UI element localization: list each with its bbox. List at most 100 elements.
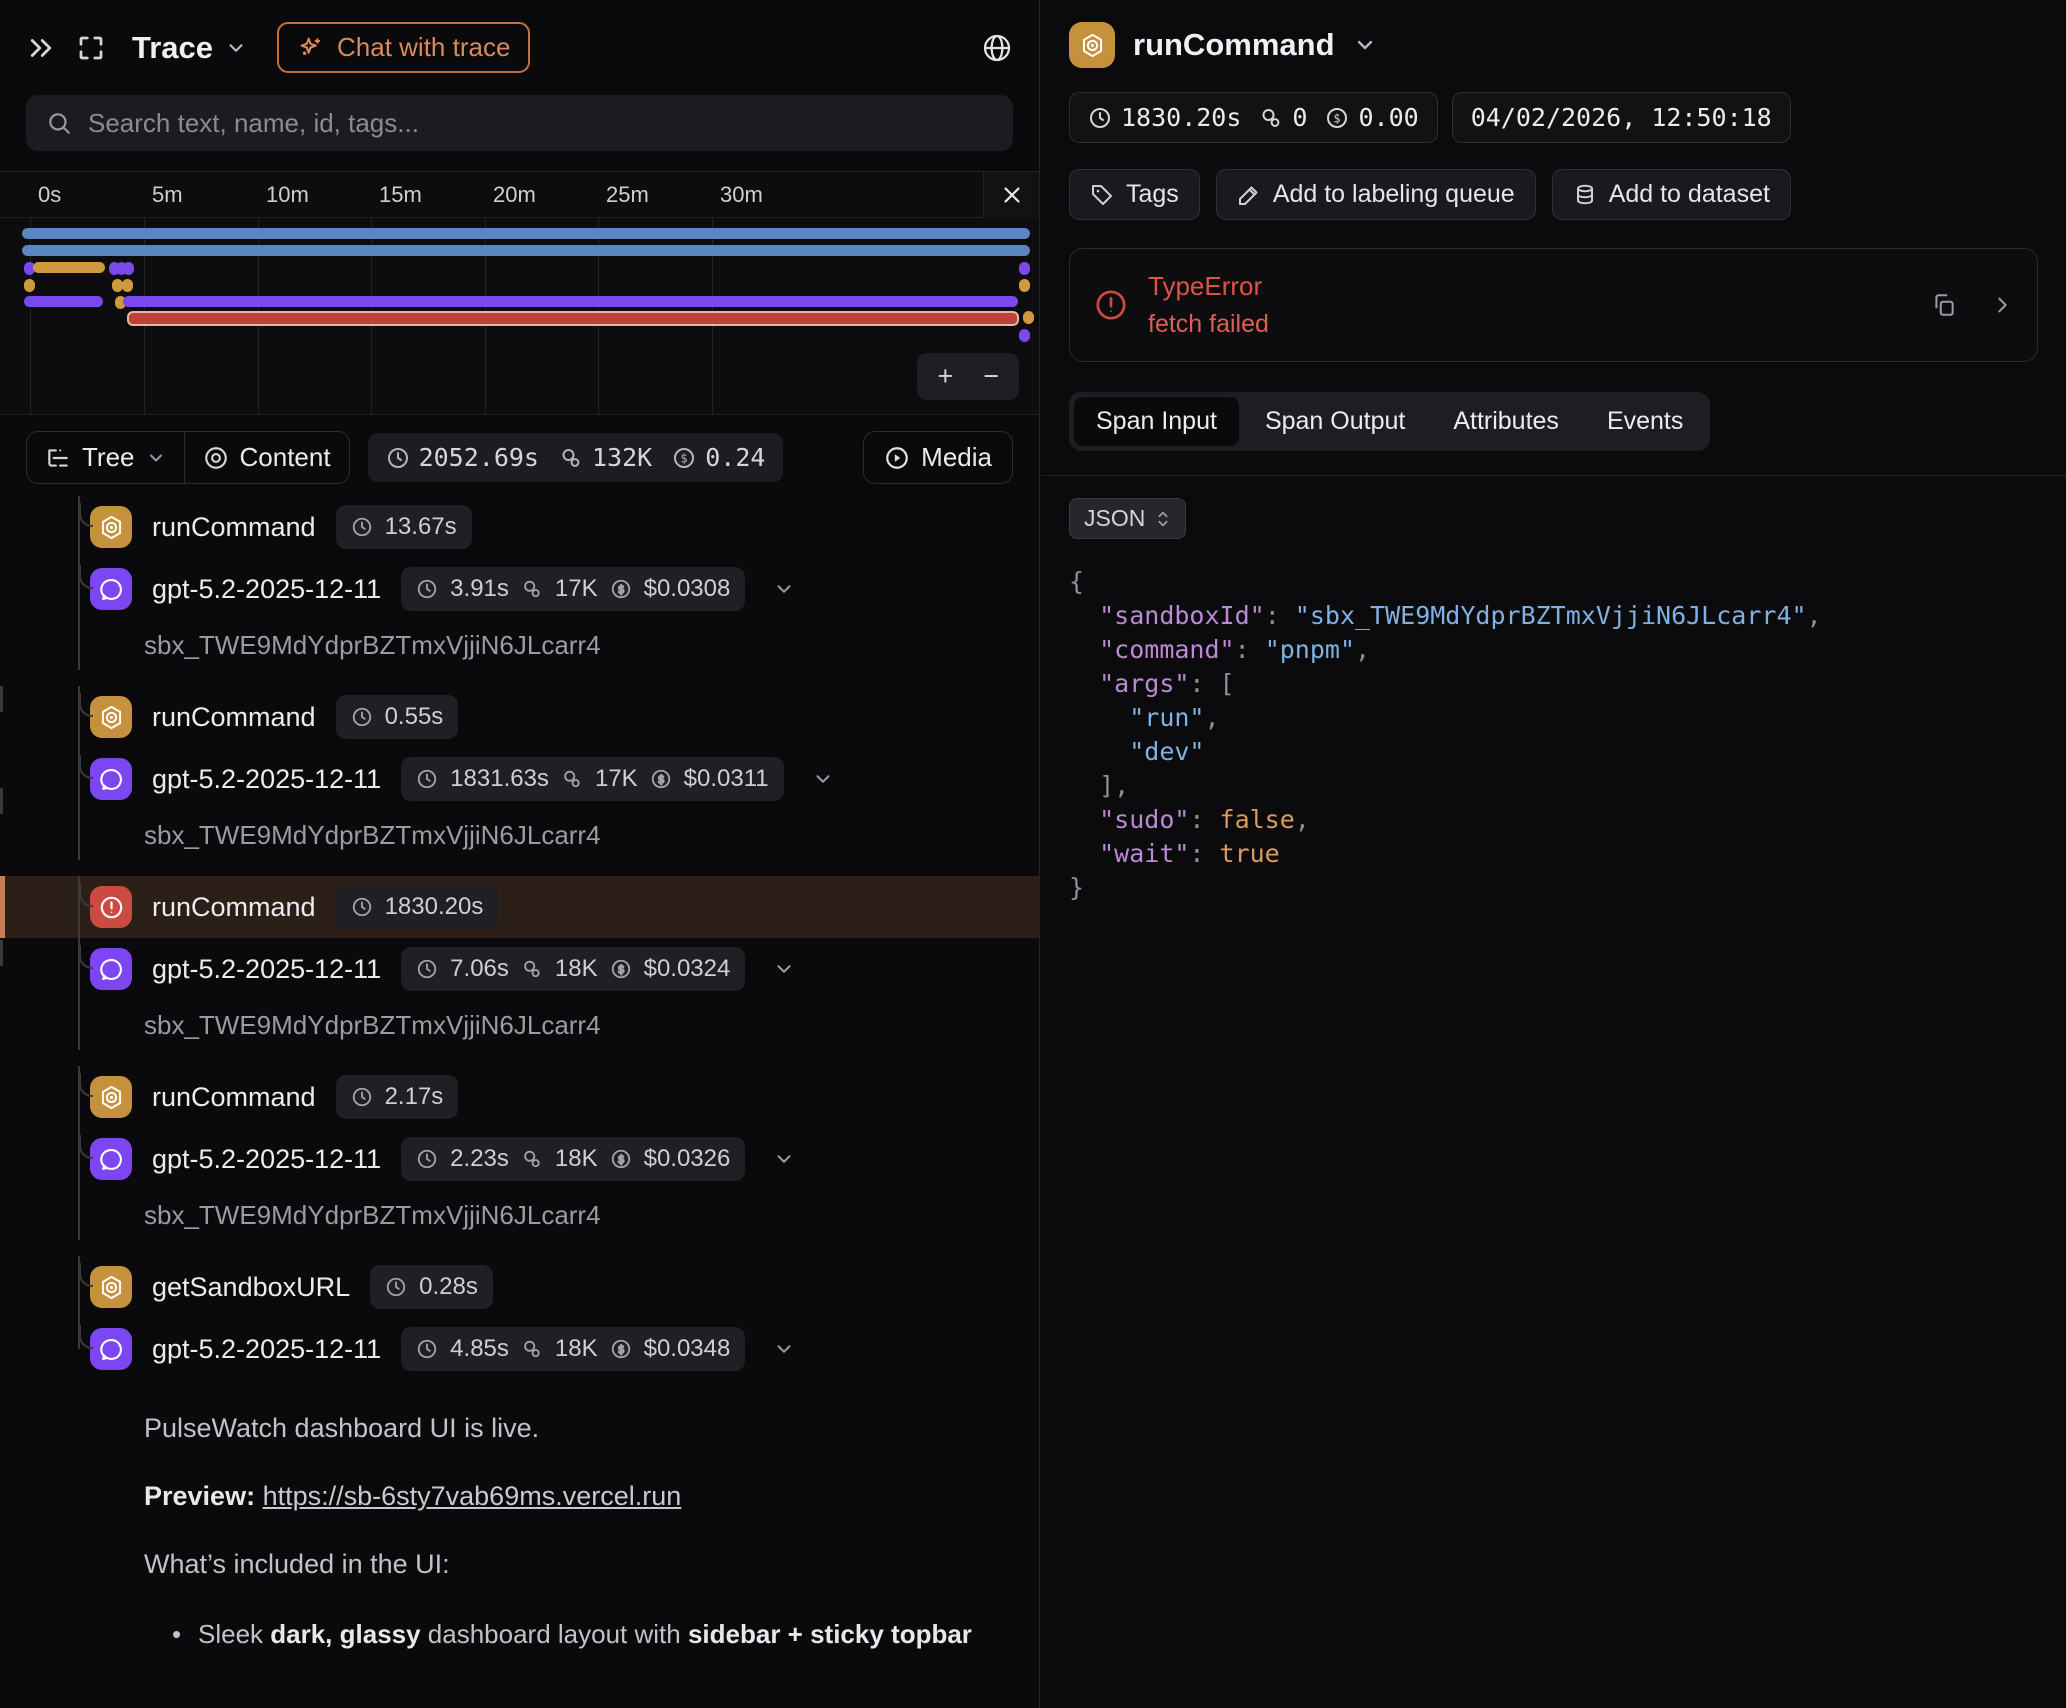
chevron-right-icon[interactable]	[1991, 294, 2013, 316]
tree-view-select[interactable]: Tree	[27, 432, 184, 483]
tag-icon	[1090, 183, 1114, 207]
svg-text:$: $	[617, 583, 624, 596]
tokens-icon	[521, 958, 543, 980]
span-row[interactable]: runCommand1830.20s	[0, 876, 1039, 938]
tab-span-input[interactable]: Span Input	[1074, 397, 1239, 446]
chevron-down-icon[interactable]	[773, 1338, 795, 1360]
svg-text:$: $	[617, 1343, 624, 1356]
clock-icon	[351, 1086, 373, 1108]
span-row[interactable]: runCommand13.67s	[0, 496, 1039, 558]
tool-span-icon	[90, 1076, 132, 1118]
list-toolbar: Tree Content 2052.69s	[26, 431, 1013, 484]
generation-icon	[90, 1328, 132, 1370]
span-row[interactable]: gpt-5.2-2025-12-114.85s18K$$0.0348	[0, 1318, 1039, 1380]
timeline-axis: 0s5m10m15m20m25m30m	[0, 172, 1039, 218]
collapse-panel-icon[interactable]	[26, 33, 56, 63]
span-row[interactable]: gpt-5.2-2025-12-111831.63s17K$$0.0311	[0, 748, 1039, 810]
timeline-span-dot[interactable]	[122, 279, 133, 292]
clock-icon	[416, 1148, 438, 1170]
timeline-span-bar[interactable]	[24, 296, 103, 307]
svg-text:$: $	[617, 963, 624, 976]
chevron-down-icon	[146, 448, 166, 468]
pencil-icon	[1237, 183, 1261, 207]
globe-icon[interactable]	[981, 32, 1013, 64]
error-card: TypeError fetch failed	[1069, 248, 2038, 362]
timeline-span-dot[interactable]	[1019, 262, 1030, 275]
timeline-zoom-controls: + −	[917, 353, 1019, 400]
span-timestamp: 04/02/2026, 12:50:18	[1471, 103, 1772, 132]
output-bullet-list: Sleek dark, glassy dashboard layout with…	[0, 1614, 1039, 1656]
span-duration: 1830.20s	[1088, 103, 1241, 132]
timeline-span-bar[interactable]	[22, 228, 1030, 239]
view-switcher: Tree Content	[26, 431, 350, 484]
chevron-down-icon[interactable]	[773, 578, 795, 600]
database-icon	[1573, 183, 1597, 207]
add-to-labeling-queue-button[interactable]: Add to labeling queue	[1216, 169, 1536, 220]
span-row[interactable]: runCommand2.17s	[0, 1066, 1039, 1128]
chevron-down-icon[interactable]	[773, 958, 795, 980]
chevron-down-icon[interactable]	[812, 768, 834, 790]
timeline-close-icon[interactable]	[983, 172, 1039, 218]
timeline-span-bar[interactable]	[127, 311, 1019, 326]
span-row[interactable]: gpt-5.2-2025-12-112.23s18K$$0.0326	[0, 1128, 1039, 1190]
span-subtext-row: sbx_TWE9MdYdprBZTmxVjjiN6JLcarr4	[0, 1000, 1039, 1050]
timeline-span-bar[interactable]	[33, 262, 105, 273]
target-icon	[203, 445, 229, 471]
timeline-span-bar[interactable]	[123, 296, 1018, 307]
tree-elbow-connector	[79, 883, 93, 907]
timeline-tick-label: 5m	[152, 182, 183, 208]
span-row[interactable]: gpt-5.2-2025-12-117.06s18K$$0.0324	[0, 938, 1039, 1000]
span-name: getSandboxURL	[152, 1272, 350, 1303]
copy-icon[interactable]	[1931, 292, 1957, 318]
code-line: "command": "pnpm",	[1069, 633, 2038, 667]
timeline-span-dot[interactable]	[1023, 311, 1034, 324]
chevron-down-icon[interactable]	[1353, 33, 1377, 57]
play-circle-icon	[884, 445, 910, 471]
span-name: runCommand	[152, 1082, 316, 1113]
trace-stats-chip: 2052.69s 132K $ 0.24	[368, 433, 784, 482]
chat-with-trace-button[interactable]: Chat with trace	[277, 22, 530, 73]
timeline-span-dot[interactable]	[24, 279, 35, 292]
scroll-marker	[0, 940, 3, 966]
tags-button[interactable]: Tags	[1069, 169, 1200, 220]
output-text-row: Preview: https://sb-6sty7vab69ms.vercel.…	[0, 1476, 1039, 1516]
add-to-dataset-button[interactable]: Add to dataset	[1552, 169, 1791, 220]
preview-link[interactable]: https://sb-6sty7vab69ms.vercel.run	[263, 1481, 682, 1511]
media-button[interactable]: Media	[863, 431, 1013, 484]
tree-elbow-connector	[79, 693, 93, 717]
svg-text:$: $	[617, 1153, 624, 1166]
span-row[interactable]: getSandboxURL 0.28s	[0, 1256, 1039, 1318]
tab-span-output[interactable]: Span Output	[1243, 397, 1427, 446]
span-metrics-chip: 4.85s18K$$0.0348	[401, 1327, 745, 1371]
timeline-span-dot[interactable]	[1019, 329, 1030, 342]
zoom-out-button[interactable]: −	[983, 361, 999, 392]
tree-elbow-connector	[79, 1135, 93, 1159]
span-stats-chip: 1830.20s 0 $ 0.00	[1069, 92, 1438, 143]
clock-icon	[351, 896, 373, 918]
generation-icon	[90, 948, 132, 990]
dollar-icon: $	[610, 958, 632, 980]
span-stats-row: 1830.20s 0 $ 0.00 04/02/2026, 12:50:18	[1069, 92, 2038, 143]
span-detail-header: runCommand	[1069, 22, 2038, 68]
tab-attributes[interactable]: Attributes	[1431, 397, 1581, 446]
fullscreen-icon[interactable]	[76, 33, 106, 63]
tab-events[interactable]: Events	[1585, 397, 1705, 446]
timeline-span-dot[interactable]	[1019, 279, 1030, 292]
tokens-icon	[521, 1338, 543, 1360]
trace-title-dropdown[interactable]: Trace	[132, 30, 247, 66]
format-selector[interactable]: JSON	[1069, 498, 1186, 539]
content-toggle[interactable]: Content	[184, 432, 349, 483]
search-input[interactable]	[88, 108, 993, 139]
zoom-in-button[interactable]: +	[937, 361, 953, 392]
span-row[interactable]: gpt-5.2-2025-12-113.91s17K$$0.0308	[0, 558, 1039, 620]
clock-icon	[385, 1276, 407, 1298]
chevron-down-icon[interactable]	[773, 1148, 795, 1170]
error-icon	[1094, 288, 1128, 322]
content-label: Content	[240, 442, 331, 473]
timeline-span-dot[interactable]	[123, 262, 134, 275]
code-line: }	[1069, 871, 2038, 905]
span-metrics-chip: 0.28s	[370, 1265, 493, 1309]
timeline-span-bar[interactable]	[22, 245, 1030, 256]
span-row[interactable]: runCommand0.55s	[0, 686, 1039, 748]
code-line: ],	[1069, 769, 2038, 803]
